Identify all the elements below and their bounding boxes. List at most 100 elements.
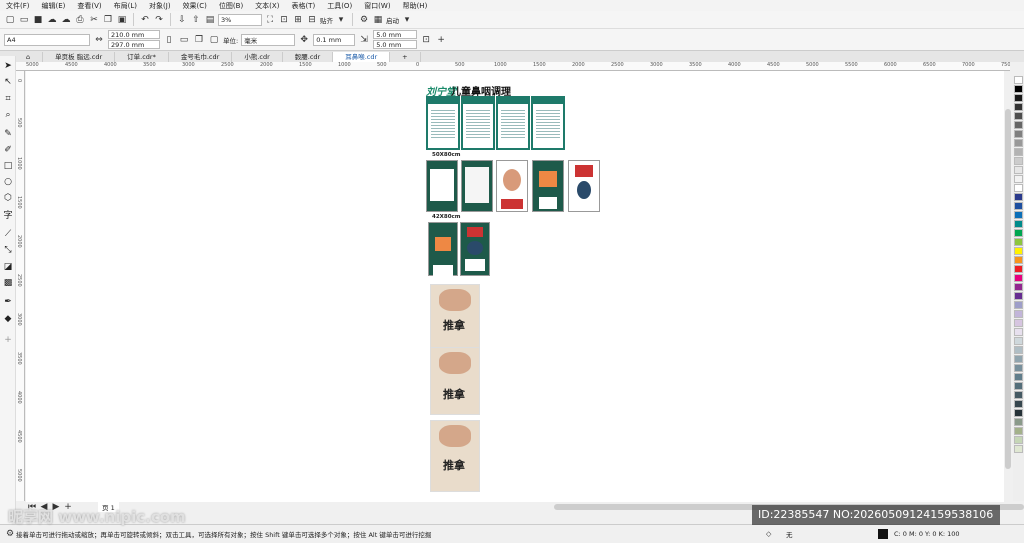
design-poster[interactable]: [460, 222, 490, 276]
vertical-scrollbar[interactable]: [1004, 71, 1012, 502]
menu-item[interactable]: 表格(T): [285, 1, 321, 11]
add-tab-icon[interactable]: +: [390, 52, 421, 62]
snap-to-label[interactable]: 贴齐: [320, 15, 333, 25]
transparency-icon[interactable]: ▩: [2, 277, 14, 289]
palette-swatch[interactable]: [1014, 112, 1023, 120]
ellipse-tool-icon[interactable]: ○: [2, 176, 14, 188]
palette-swatch[interactable]: [1014, 346, 1023, 354]
nudge-field[interactable]: 0.1 mm: [313, 33, 356, 46]
design-poster[interactable]: [496, 160, 528, 212]
zoom-width-icon[interactable]: ⊞: [292, 14, 304, 26]
duplicate-x-field[interactable]: 5.0 mm: [373, 30, 418, 39]
palette-swatch[interactable]: [1014, 175, 1023, 183]
home-icon[interactable]: ⌂: [14, 52, 44, 62]
vertical-scroll-thumb[interactable]: [1005, 109, 1011, 469]
crop-tool-icon[interactable]: ⌗: [2, 93, 14, 105]
vertical-ruler[interactable]: 0 500 1000 1500 2000 2500 3000 3500 4000 4500 5000: [16, 71, 25, 501]
palette-swatch[interactable]: [1014, 310, 1023, 318]
palette-swatch[interactable]: [1014, 148, 1023, 156]
palette-swatch[interactable]: [1014, 193, 1023, 201]
document-tab[interactable]: 耳鼻喉.cdr: [333, 52, 391, 62]
zoom-select[interactable]: 3%: [218, 13, 262, 26]
export-icon[interactable]: ⇧: [190, 14, 202, 26]
menu-item[interactable]: 文本(X): [249, 1, 285, 11]
palette-swatch[interactable]: [1014, 301, 1023, 309]
menu-item[interactable]: 文件(F): [0, 1, 36, 11]
document-tab[interactable]: 单页板 脂远.cdr: [43, 52, 116, 62]
menu-item[interactable]: 位图(B): [213, 1, 249, 11]
zoom-tool-icon[interactable]: ⌕: [2, 109, 14, 121]
palette-swatch[interactable]: [1014, 319, 1023, 327]
design-poster[interactable]: [426, 160, 458, 212]
palette-swatch[interactable]: [1014, 76, 1023, 84]
palette-swatch[interactable]: [1014, 229, 1023, 237]
palette-swatch[interactable]: [1014, 256, 1023, 264]
import-icon[interactable]: ⇩: [176, 14, 188, 26]
menu-item[interactable]: 查看(V): [71, 1, 107, 11]
chevron-down-icon[interactable]: ▾: [401, 14, 413, 26]
palette-swatch[interactable]: [1014, 220, 1023, 228]
palette-swatch[interactable]: [1014, 238, 1023, 246]
palette-swatch[interactable]: [1014, 121, 1023, 129]
menu-item[interactable]: 窗口(W): [358, 1, 396, 11]
document-tab[interactable]: 订单.cdr*: [115, 52, 169, 62]
settings-gear-icon[interactable]: ⚙: [4, 528, 16, 540]
artistic-media-icon[interactable]: ✐: [2, 144, 14, 156]
full-screen-icon[interactable]: ⛶: [264, 14, 276, 26]
palette-swatch[interactable]: [1014, 202, 1023, 210]
text-tool-icon[interactable]: 字: [2, 210, 14, 222]
design-poster[interactable]: [496, 96, 530, 150]
palette-swatch[interactable]: [1014, 355, 1023, 363]
page-height-field[interactable]: 297.0 mm: [108, 40, 160, 49]
menu-item[interactable]: 帮助(H): [397, 1, 434, 11]
tuina-poster[interactable]: 推拿: [430, 420, 480, 492]
palette-swatch[interactable]: [1014, 364, 1023, 372]
rectangle-tool-icon[interactable]: □: [2, 160, 14, 172]
palette-swatch[interactable]: [1014, 445, 1023, 453]
menu-item[interactable]: 工具(O): [321, 1, 358, 11]
pdf-icon[interactable]: ▤: [204, 14, 216, 26]
parallel-dimension-icon[interactable]: ⟋: [2, 228, 14, 240]
pick-tool-icon[interactable]: ➤: [2, 60, 14, 72]
cloud-download-icon[interactable]: ☁: [60, 14, 72, 26]
palette-swatch[interactable]: [1014, 157, 1023, 165]
menu-item[interactable]: 编辑(E): [36, 1, 72, 11]
page-width-field[interactable]: 210.0 mm: [108, 30, 160, 39]
palette-swatch[interactable]: [1014, 283, 1023, 291]
drop-shadow-icon[interactable]: ◪: [2, 261, 14, 273]
palette-swatch[interactable]: [1014, 391, 1023, 399]
all-pages-icon[interactable]: ❐: [193, 34, 205, 46]
duplicate-y-field[interactable]: 5.0 mm: [373, 40, 418, 49]
design-poster[interactable]: [461, 160, 493, 212]
cloud-upload-icon[interactable]: ☁: [46, 14, 58, 26]
palette-swatch[interactable]: [1014, 436, 1023, 444]
polygon-tool-icon[interactable]: ⬡: [2, 192, 14, 204]
launch-label[interactable]: 启动: [386, 15, 399, 25]
landscape-icon[interactable]: ▭: [178, 34, 190, 46]
redo-icon[interactable]: ↷: [153, 14, 165, 26]
snap-icon[interactable]: ⊟: [306, 14, 318, 26]
palette-swatch[interactable]: [1014, 247, 1023, 255]
portrait-icon[interactable]: ▯: [163, 34, 175, 46]
interactive-fill-icon[interactable]: ◆: [2, 313, 14, 325]
outline-color-swatch[interactable]: [878, 529, 888, 539]
copy-icon[interactable]: ❐: [102, 14, 114, 26]
palette-swatch[interactable]: [1014, 292, 1023, 300]
chevron-down-icon[interactable]: ▾: [335, 14, 347, 26]
shape-tool-icon[interactable]: ↖: [2, 76, 14, 88]
paper-size-select[interactable]: A4: [4, 33, 90, 46]
design-poster[interactable]: [532, 160, 564, 212]
menu-item[interactable]: 对象(J): [143, 1, 177, 11]
menu-item[interactable]: 效果(C): [177, 1, 213, 11]
palette-swatch[interactable]: [1014, 274, 1023, 282]
eyedropper-icon[interactable]: ✒: [2, 296, 14, 308]
palette-swatch[interactable]: [1014, 265, 1023, 273]
palette-swatch[interactable]: [1014, 85, 1023, 93]
horizontal-ruler[interactable]: 5000 4500 4000 3500 3000 2500 2000 1500 1000 500 0…: [16, 62, 1010, 71]
palette-swatch[interactable]: [1014, 373, 1023, 381]
add-tool-icon[interactable]: +: [2, 334, 14, 346]
design-poster[interactable]: [531, 96, 565, 150]
palette-swatch[interactable]: [1014, 94, 1023, 102]
unit-select[interactable]: 毫米: [241, 33, 296, 46]
paste-icon[interactable]: ▣: [116, 14, 128, 26]
